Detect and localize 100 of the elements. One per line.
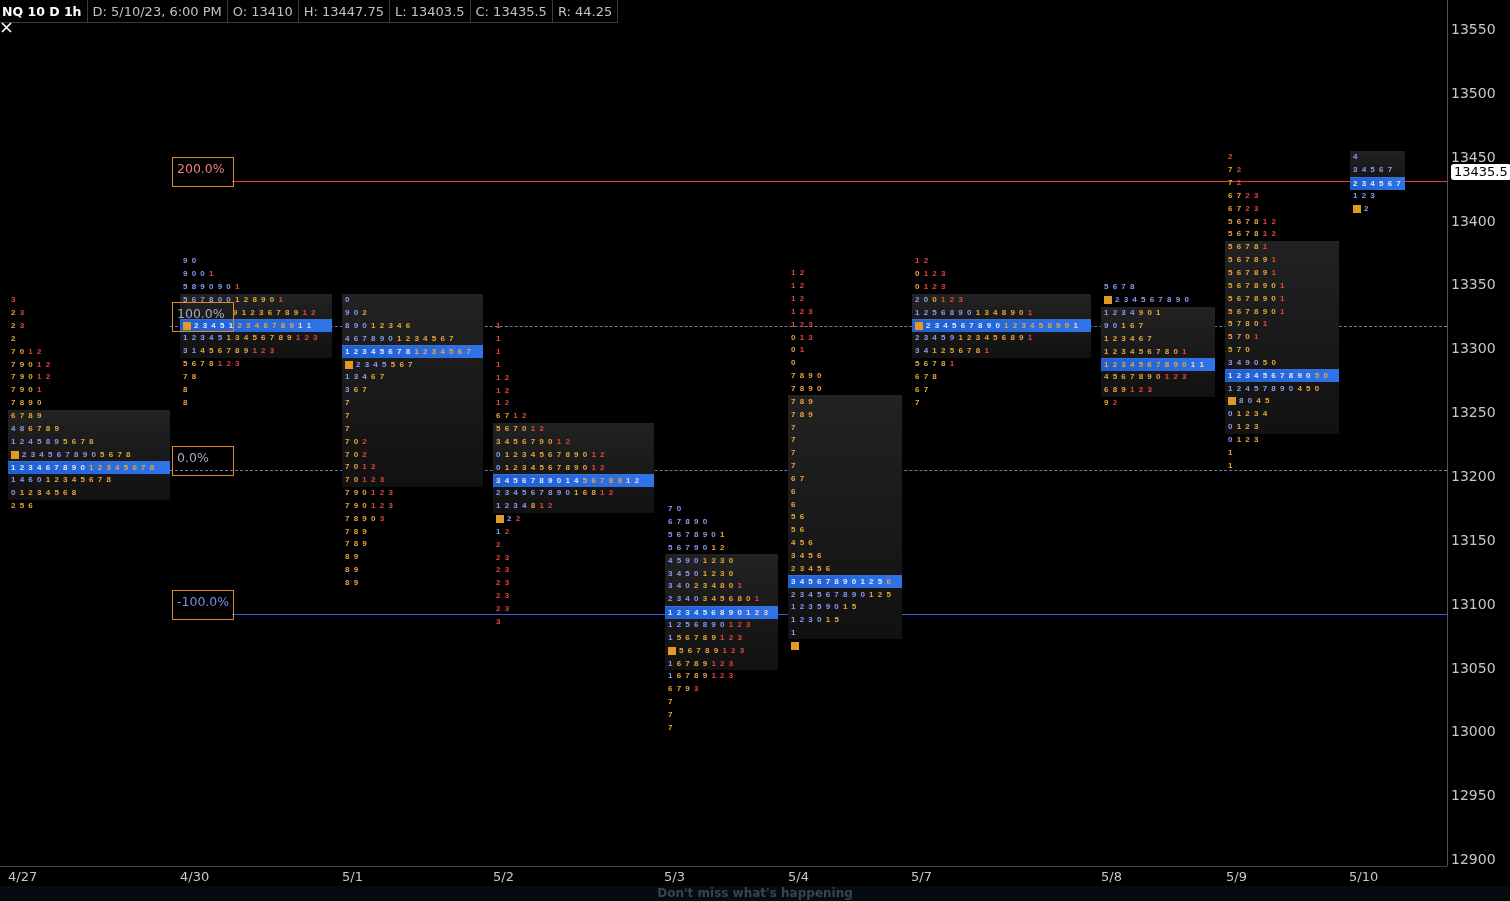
symbol-label[interactable]: NQ 10 D 1h [0,0,88,22]
tpo-letters: 1 2 [791,281,806,292]
tpo-letters: 7 [345,423,351,434]
tpo-letters: 1 [1228,447,1234,458]
price-tick: 12900 [1451,850,1496,869]
tpo-letters: 2 3 4 5 6 7 8 9 0 5 6 7 8 [22,449,132,460]
tpo-letters: 6 7 8 9 [11,411,43,421]
tpo-letters: 2 3 [496,552,511,563]
tpo-letters: 8 [183,384,189,395]
tpo-letters: 8 9 0 1 2 3 4 6 [345,321,412,332]
date-tick: 5/9 [1226,869,1247,885]
open-marker-icon [915,322,923,331]
tpo-letters: 1 2 3 [791,306,814,317]
tpo-letters: 5 8 9 0 9 0 1 [183,282,241,293]
tpo-letters: 2 3 4 5 6 7 8 9 0 [1115,295,1190,306]
tpo-letters: 1 2 3 0 1 5 [791,615,840,626]
tpo-letters: 1 3 4 6 7 [345,372,386,383]
quote-field: L: 13403.5 [390,0,471,22]
tpo-letters: 1 2 5 6 8 9 0 1 2 3 [668,620,752,630]
tpo-letters: 7 [668,709,674,720]
tpo-letters: 0 1 2 3 [915,269,947,280]
open-marker-icon [183,322,191,331]
tpo-letters: 2 2 [507,514,522,525]
tpo-letters: 2 3 4 5 6 [791,563,832,574]
date-tick: 4/30 [180,869,210,885]
tpo-letters: 9 2 [1104,398,1119,408]
tpo-letters: 7 [345,398,351,409]
tpo-letters: 9 0 [183,256,198,267]
tpo-letters: 7 8 9 [791,396,814,407]
tpo-letters: 1 2 3 4 6 7 8 9 0 1 2 3 4 5 6 7 8 [11,462,156,473]
tpo-letters: 3 4 9 0 5 0 [1228,357,1277,368]
tpo-letters: 1 2 [791,268,806,279]
date-tick: 5/1 [342,869,363,885]
tpo-letters: 0 1 2 3 [1228,422,1260,433]
tpo-letters: 1 [1228,460,1234,471]
price-tick: 13500 [1451,83,1496,102]
tpo-letters: 0 1 2 3 4 [1228,409,1269,420]
tpo-letters: 4 5 6 [791,538,814,549]
tpo-letters: 1 2 3 4 5 6 7 8 1 2 3 4 5 6 7 [345,347,472,358]
tpo-letters: 3 4 1 2 5 6 7 8 1 [915,346,990,357]
close-icon[interactable] [1,22,12,33]
tpo-letters: 6 7 2 3 [1228,190,1260,201]
level-label: 200.0% [172,157,234,187]
tpo-letters: 8 9 [345,578,360,588]
tpo-letters: 2 3 [496,591,511,602]
last-price-tag: 13435.5 [1451,164,1510,180]
tpo-letters: 7 [791,461,797,472]
price-tick: 13250 [1451,403,1496,422]
tpo-letters: 7 2 [1228,165,1243,176]
tpo-letters: 2 3 [496,565,511,576]
tpo-letters: 5 6 7 8 1 2 3 [183,359,241,370]
tpo-letters: 9 0 1 6 7 [1104,320,1145,331]
banner-text: Don't miss what's happening [657,886,853,901]
tpo-letters: 4 5 6 7 8 9 0 1 2 3 [1104,372,1188,383]
tpo-letters: 2 3 [11,321,26,332]
tpo-letters: 7 [668,697,674,708]
tpo-letters: 3 1 4 5 6 7 8 9 1 2 3 [183,346,276,357]
level-label: -100.0% [172,590,234,620]
tpo-letters: 5 6 7 8 [1104,282,1136,293]
tpo-letters: 7 [915,397,921,408]
tpo-letters: 1 [496,347,502,358]
tpo-letters: 1 2 5 6 8 9 0 1 3 4 8 9 0 1 [915,307,1034,318]
tpo-letters: 2 3 4 5 5 6 7 [356,359,414,370]
tpo-letters: 2 3 4 5 1 2 3 4 6 7 8 9 1 1 [194,321,313,332]
tpo-letters: 7 [791,435,797,446]
tpo-letters: 8 9 [345,552,360,563]
tpo-letters: 6 7 2 3 [1228,203,1260,214]
tpo-letters: 2 3 4 5 6 7 [1353,178,1402,189]
tpo-letters: 8 9 [345,565,360,576]
tpo-letters: 1 2 [496,385,511,396]
tpo-letters: 1 6 7 8 9 1 2 3 [668,671,735,682]
tpo-letters: 1 [791,628,797,639]
tpo-letters: 1 2 3 4 8 1 2 [496,501,554,512]
date-tick: 5/10 [1349,869,1379,885]
date-tick: 5/3 [664,869,685,885]
tpo-letters: 2 3 4 5 9 1 2 3 4 5 6 8 9 1 [915,333,1034,344]
price-tick: 13150 [1451,530,1496,549]
tpo-letters: 7 9 0 1 2 [11,359,52,370]
tpo-letters: 1 2 [791,294,806,305]
tpo-letters: 7 8 9 0 3 [345,513,386,524]
tpo-letters: 4 6 7 8 9 0 1 2 3 4 5 6 7 [345,333,455,344]
tpo-letters: 3 4 5 6 [791,551,823,561]
tpo-letters: 7 9 0 1 [11,385,43,396]
tpo-letters: 7 0 2 [345,449,368,460]
quote-field: R: 44.25 [552,0,619,22]
date-tick: 5/8 [1101,869,1122,885]
price-tick: 13050 [1451,658,1496,677]
tpo-letters: 1 2 3 4 5 6 7 8 0 1 [1104,346,1188,357]
tpo-letters: 0 [791,358,797,369]
tpo-letters: 2 [496,539,502,550]
tpo-letters: 3 4 5 6 7 8 9 0 1 4 5 6 7 8 9 1 2 [496,476,641,487]
tpo-letters: 1 2 3 4 5 6 8 9 0 1 2 3 [668,607,769,618]
tpo-letters: 6 7 9 3 [668,684,700,695]
tpo-letters: 3 4 5 6 7 9 0 1 2 [496,437,571,447]
tpo-letters: 1 4 6 0 1 2 3 4 5 6 7 8 [11,475,112,486]
tpo-letters: 3 4 0 2 3 4 8 0 1 [668,581,743,592]
tpo-letters: 2 3 [496,578,511,589]
tpo-letters: 1 2 3 4 6 7 [1104,333,1153,344]
tpo-letters: 1 2 [496,372,511,383]
tpo-letters: 5 6 7 8 1 [1228,242,1269,253]
